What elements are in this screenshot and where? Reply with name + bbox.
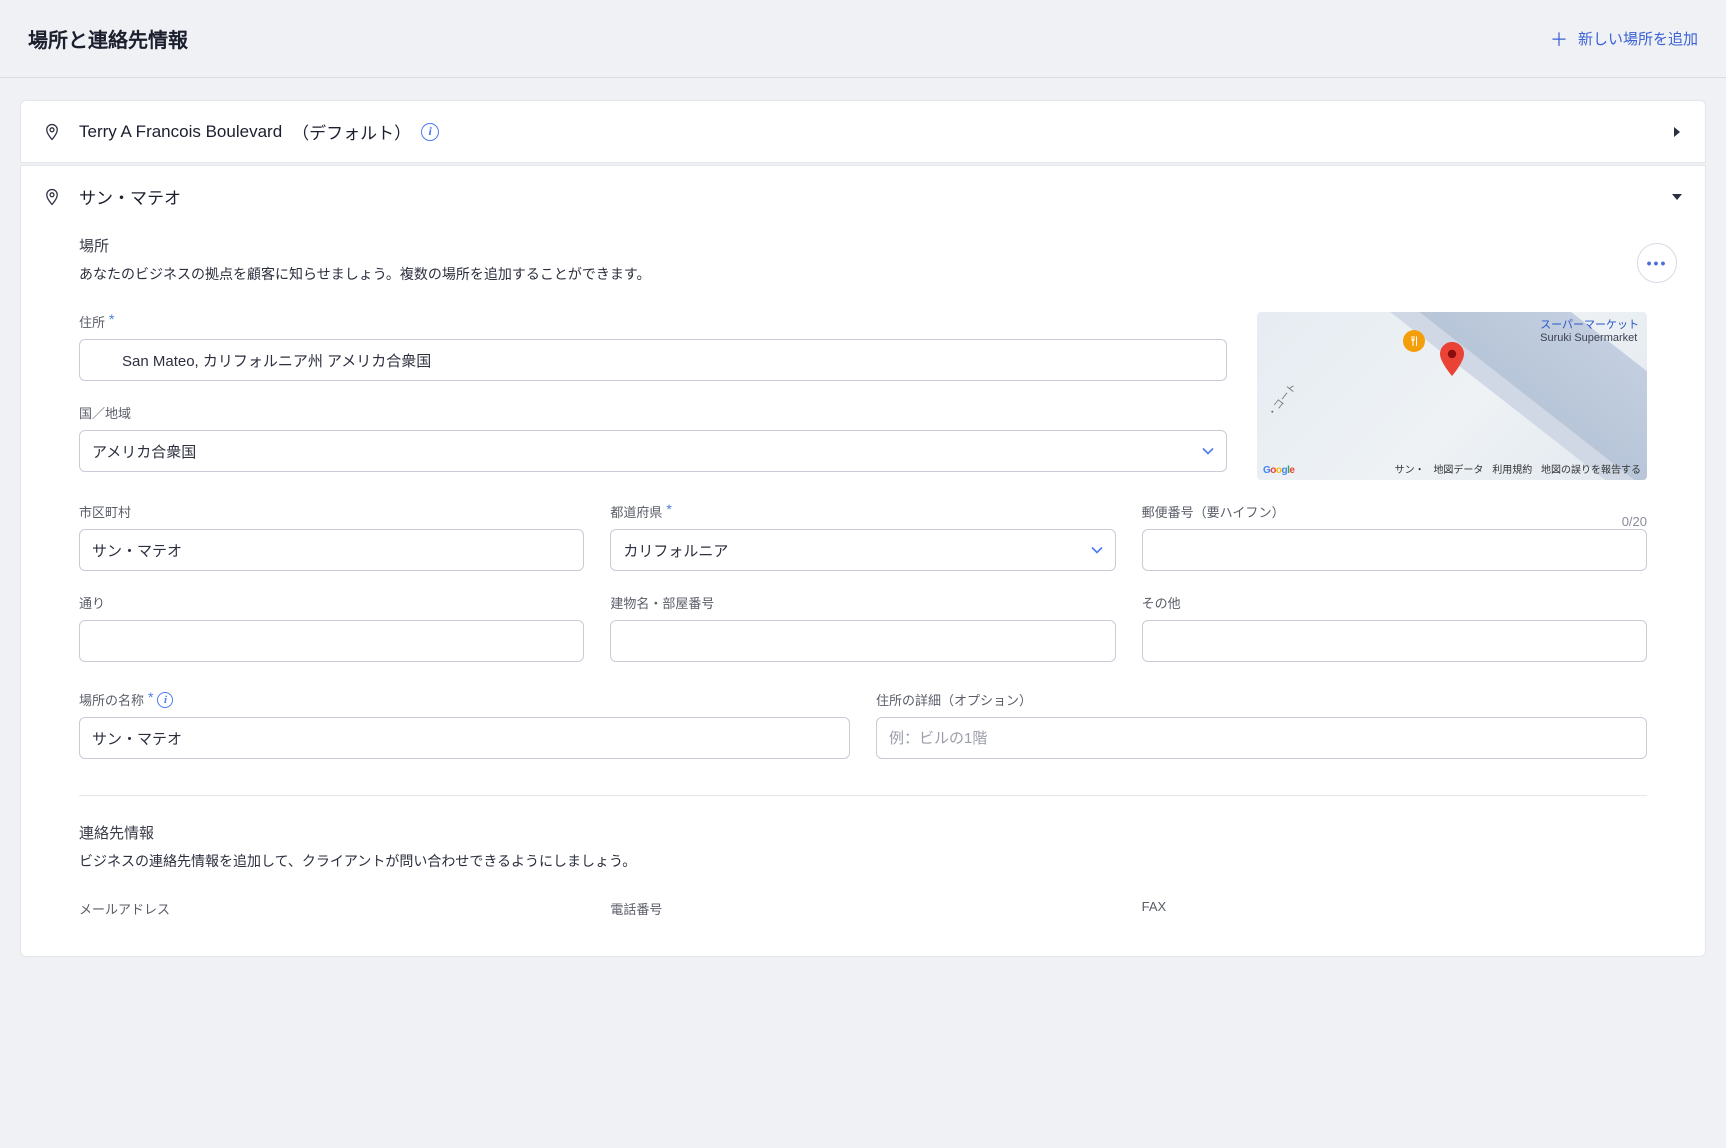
google-logo: Google <box>1263 465 1294 476</box>
country-label: 国／地域 <box>79 403 1227 422</box>
postal-label: 郵便番号（要ハイフン） <box>1142 502 1285 521</box>
add-location-label: 新しい場所を追加 <box>1578 28 1698 49</box>
map-attribution: サン・ 地図データ 利用規約 地図の誤りを報告する <box>1389 461 1641 476</box>
building-input[interactable] <box>610 620 1115 662</box>
chevron-down-icon <box>1671 191 1683 203</box>
location-name-label: 場所の名称* i <box>79 690 850 709</box>
location-card-header[interactable]: サン・マテオ <box>21 166 1705 227</box>
other-label: その他 <box>1142 593 1647 612</box>
map-preview[interactable]: ・コート スーパーマーケットSuruki Supermarket Goo <box>1257 312 1647 480</box>
chevron-down-icon <box>1202 445 1214 457</box>
chevron-right-icon <box>1671 126 1683 138</box>
map-pin-icon <box>43 121 61 143</box>
map-poi-label: スーパーマーケットSuruki Supermarket <box>1540 316 1639 344</box>
fax-label: FAX <box>1142 899 1647 914</box>
restaurant-poi-icon <box>1403 330 1425 352</box>
phone-label: 電話番号 <box>610 899 1115 918</box>
postal-input[interactable] <box>1142 529 1647 571</box>
info-icon[interactable]: i <box>421 123 439 141</box>
add-location-button[interactable]: ＋ 新しい場所を追加 <box>1550 26 1698 52</box>
location-card-header[interactable]: Terry A Francois Boulevard （デフォルト） i <box>21 101 1705 162</box>
dots-icon: ••• <box>1647 255 1668 271</box>
country-value: アメリカ合衆国 <box>92 441 196 462</box>
map-pin-icon <box>43 186 61 208</box>
city-label: 市区町村 <box>79 502 584 521</box>
street-input[interactable] <box>79 620 584 662</box>
state-select[interactable]: カリフォルニア <box>610 529 1115 571</box>
address-detail-label: 住所の詳細（オプション） <box>876 690 1647 709</box>
more-options-button[interactable]: ••• <box>1637 243 1677 283</box>
street-label: 通り <box>79 593 584 612</box>
state-label: 都道府県* <box>610 502 1115 521</box>
city-input[interactable] <box>79 529 584 571</box>
location-name: Terry A Francois Boulevard <box>79 122 282 142</box>
default-label: （デフォルト） <box>292 119 411 144</box>
location-name-input[interactable] <box>79 717 850 759</box>
map-marker-icon <box>1439 342 1465 376</box>
page-title: 場所と連絡先情報 <box>28 24 188 53</box>
location-card-collapsed: Terry A Francois Boulevard （デフォルト） i <box>20 100 1706 163</box>
postal-counter: 0/20 <box>1622 514 1647 529</box>
address-label: 住所* <box>79 312 1227 331</box>
address-detail-input[interactable] <box>876 717 1647 759</box>
page-header: 場所と連絡先情報 ＋ 新しい場所を追加 <box>0 0 1726 78</box>
info-icon[interactable]: i <box>157 692 173 708</box>
plus-icon: ＋ <box>1550 26 1568 52</box>
divider <box>79 795 1647 796</box>
country-select[interactable]: アメリカ合衆国 <box>79 430 1227 472</box>
email-label: メールアドレス <box>79 899 584 918</box>
section-contact-desc: ビジネスの連絡先情報を追加して、クライアントが問い合わせできるようにしましょう。 <box>79 851 1647 871</box>
chevron-down-icon <box>1091 544 1103 556</box>
section-location-desc: あなたのビジネスの拠点を顧客に知らせましょう。複数の場所を追加することができます… <box>79 264 1647 284</box>
location-name: サン・マテオ <box>79 184 181 209</box>
other-input[interactable] <box>1142 620 1647 662</box>
location-card-expanded: サン・マテオ ••• 場所 あなたのビジネスの拠点を顧客に知らせましょう。複数の… <box>20 165 1706 957</box>
address-input[interactable] <box>79 339 1227 381</box>
building-label: 建物名・部屋番号 <box>610 593 1115 612</box>
state-value: カリフォルニア <box>623 540 728 561</box>
map-street-label: ・コート <box>1263 379 1299 420</box>
section-location-heading: 場所 <box>79 235 1647 256</box>
section-contact-heading: 連絡先情報 <box>79 822 1647 843</box>
